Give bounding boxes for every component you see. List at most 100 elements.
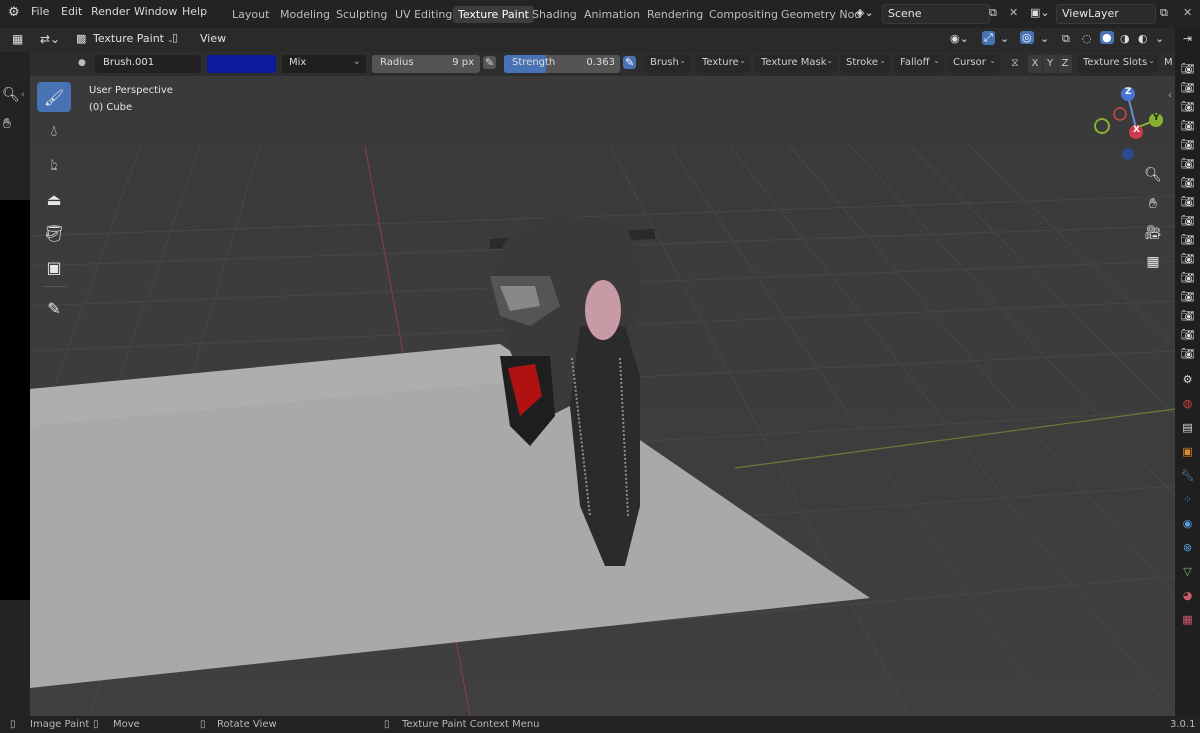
delete-view-layer-icon[interactable]: ✕ bbox=[1183, 6, 1192, 19]
object-properties-icon[interactable]: ▣ bbox=[1180, 445, 1196, 459]
new-view-layer-icon[interactable]: ⧉ bbox=[1160, 6, 1168, 20]
pan-view-icon[interactable]: ✋︎ bbox=[1141, 192, 1165, 216]
navigation-gizmo[interactable]: Z Y X bbox=[1090, 84, 1170, 164]
tab-rendering[interactable]: Rendering bbox=[647, 8, 703, 21]
particles-properties-icon[interactable]: ⁘ bbox=[1180, 493, 1196, 507]
material-properties-icon[interactable]: ◕ bbox=[1180, 589, 1196, 603]
new-scene-icon[interactable]: ⧉ bbox=[989, 6, 997, 20]
radius-pressure-icon[interactable]: ✎ bbox=[483, 56, 497, 69]
annotate-tool-icon[interactable]: ✎ bbox=[37, 293, 71, 323]
solid-shading-icon[interactable]: ● bbox=[1100, 31, 1114, 44]
view-menu[interactable]: View bbox=[200, 32, 226, 45]
camera-visibility-icon[interactable]: 📷︎ bbox=[1180, 138, 1196, 152]
camera-visibility-icon[interactable]: 📷︎ bbox=[1180, 176, 1196, 190]
camera-visibility-icon[interactable]: 📷︎ bbox=[1180, 252, 1196, 266]
paint-mask-icon[interactable]: ▯ bbox=[172, 31, 178, 44]
view-layer-field[interactable]: ViewLayer bbox=[1056, 4, 1156, 24]
camera-visibility-icon[interactable]: 📷︎ bbox=[1180, 100, 1196, 114]
modifier-properties-icon[interactable]: 🔧︎ bbox=[1180, 469, 1196, 483]
camera-visibility-icon[interactable]: 📷︎ bbox=[1180, 62, 1196, 76]
tab-compositing[interactable]: Compositing bbox=[709, 8, 778, 21]
menu-render[interactable]: Render bbox=[91, 5, 130, 18]
camera-visibility-icon[interactable]: 📷︎ bbox=[1180, 214, 1196, 228]
data-properties-icon[interactable]: ▽ bbox=[1180, 565, 1196, 579]
tab-texture-paint[interactable]: Texture Paint bbox=[453, 6, 534, 23]
camera-visibility-icon[interactable]: 📷︎ bbox=[1180, 81, 1196, 95]
overlay-toggle-icon[interactable]: ◎ bbox=[1020, 31, 1034, 44]
mode-dropdown[interactable]: Texture Paint ⌄ bbox=[93, 32, 174, 45]
menu-window[interactable]: Window bbox=[134, 5, 177, 18]
camera-visibility-icon[interactable]: 📷︎ bbox=[1180, 233, 1196, 247]
brush-color-swatch[interactable] bbox=[207, 55, 276, 73]
strength-pressure-icon[interactable]: ✎ bbox=[623, 56, 637, 69]
zoom-icon[interactable]: 🔍︎ bbox=[2, 87, 20, 103]
view-layer-icon[interactable]: ▣⌄ bbox=[1030, 6, 1050, 19]
scene-properties-icon[interactable]: ◍ bbox=[1180, 397, 1196, 411]
editor-type-icon[interactable]: ▦ bbox=[12, 32, 23, 46]
fill-tool-icon[interactable]: 🪣︎ bbox=[37, 218, 71, 248]
camera-visibility-icon[interactable]: 📷︎ bbox=[1180, 328, 1196, 342]
tab-sculpting[interactable]: Sculpting bbox=[336, 8, 387, 21]
radius-slider[interactable]: Radius 9 px bbox=[372, 55, 480, 73]
more-menu[interactable]: M bbox=[1164, 57, 1173, 75]
texture-menu[interactable]: Texture ⌄ bbox=[696, 55, 750, 73]
clone-tool-icon[interactable]: ⏏︎ bbox=[37, 184, 71, 214]
scene-field[interactable]: Scene bbox=[882, 4, 990, 24]
camera-visibility-icon[interactable]: 📷︎ bbox=[1180, 119, 1196, 133]
tab-geometry-nodes[interactable]: Geometry Nod bbox=[781, 8, 861, 21]
shading-dropdown-icon[interactable]: ⌄ bbox=[1155, 32, 1164, 45]
texture-properties-icon[interactable]: ▦ bbox=[1180, 613, 1196, 627]
tab-shading[interactable]: Shading bbox=[532, 8, 577, 21]
camera-visibility-icon[interactable]: 📷︎ bbox=[1180, 271, 1196, 285]
mode-selector-icon[interactable]: ⇄⌄ bbox=[40, 32, 60, 46]
camera-visibility-icon[interactable]: 📷︎ bbox=[1180, 347, 1196, 361]
strength-slider[interactable]: Strength 0.363 bbox=[504, 55, 620, 73]
material-shading-icon[interactable]: ◑ bbox=[1120, 32, 1130, 45]
scene-icon[interactable]: ◈⌄ bbox=[856, 6, 874, 19]
3d-viewport[interactable]: User Perspective (0) Cube Z Y X ‹ 🔍︎ ✋︎ … bbox=[30, 76, 1175, 716]
gizmo-dropdown-icon[interactable]: ⌄ bbox=[1000, 32, 1009, 45]
physics-properties-icon[interactable]: ◉ bbox=[1180, 517, 1196, 531]
camera-visibility-icon[interactable]: 📷︎ bbox=[1180, 309, 1196, 323]
texture-mask-menu[interactable]: Texture Mask ⌄ bbox=[755, 55, 837, 73]
draw-brush-tool-icon[interactable]: 🖌︎ bbox=[37, 82, 71, 112]
menu-help[interactable]: Help bbox=[182, 5, 207, 18]
wireframe-shading-icon[interactable]: ◌ bbox=[1082, 32, 1092, 45]
xray-icon[interactable]: ⧉ bbox=[1062, 32, 1070, 46]
smear-tool-icon[interactable]: 👆︎ bbox=[37, 150, 71, 180]
menu-edit[interactable]: Edit bbox=[61, 5, 82, 18]
camera-view-icon[interactable]: 🎥︎ bbox=[1141, 221, 1165, 245]
texture-slots-menu[interactable]: Texture Slots ⌄ bbox=[1078, 55, 1158, 73]
rendered-shading-icon[interactable]: ◐ bbox=[1138, 32, 1148, 45]
mirror-y-toggle[interactable]: Y bbox=[1043, 55, 1057, 73]
camera-visibility-icon[interactable]: 📷︎ bbox=[1180, 195, 1196, 209]
mirror-x-toggle[interactable]: X bbox=[1028, 55, 1042, 73]
visibility-icon[interactable]: ◉⌄ bbox=[950, 32, 969, 45]
tab-uv-editing[interactable]: UV Editing bbox=[395, 8, 452, 21]
stroke-menu[interactable]: Stroke ⌄ bbox=[840, 55, 890, 73]
overlay-dropdown-icon[interactable]: ⌄ bbox=[1040, 32, 1049, 45]
constraints-properties-icon[interactable]: ⊗ bbox=[1180, 541, 1196, 555]
sidebar-toggle-icon[interactable]: ‹ bbox=[1168, 90, 1172, 101]
delete-scene-icon[interactable]: ✕ bbox=[1009, 6, 1018, 19]
pan-hand-icon[interactable]: ✋︎ bbox=[3, 116, 11, 132]
camera-visibility-icon[interactable]: 📷︎ bbox=[1180, 157, 1196, 171]
tab-modeling[interactable]: Modeling bbox=[280, 8, 330, 21]
tab-animation[interactable]: Animation bbox=[584, 8, 640, 21]
camera-visibility-icon[interactable]: 📷︎ bbox=[1180, 290, 1196, 304]
cursor-menu[interactable]: Cursor ⌄ bbox=[948, 55, 1000, 73]
tool-properties-icon[interactable]: ⚙ bbox=[1180, 373, 1196, 387]
ortho-toggle-icon[interactable]: ▦ bbox=[1141, 250, 1165, 274]
mask-tool-icon[interactable]: ▣ bbox=[37, 252, 71, 282]
gizmo-toggle-icon[interactable]: ⤢ bbox=[982, 31, 995, 45]
brush-name-field[interactable]: Brush.001 bbox=[95, 55, 201, 73]
world-properties-icon[interactable]: ▤ bbox=[1180, 421, 1196, 435]
mirror-z-toggle[interactable]: Z bbox=[1058, 55, 1072, 73]
blend-mode-dropdown[interactable]: Mix ⌄ bbox=[282, 55, 366, 73]
blender-logo-icon[interactable]: ⚙ bbox=[8, 5, 20, 20]
collapse-arrow-icon[interactable]: ‹ bbox=[21, 90, 25, 100]
brush-menu[interactable]: Brush ⌄ bbox=[644, 55, 690, 73]
tab-layout[interactable]: Layout bbox=[232, 8, 269, 21]
soften-tool-icon[interactable]: 💧︎ bbox=[37, 116, 71, 146]
menu-file[interactable]: File bbox=[31, 5, 49, 18]
